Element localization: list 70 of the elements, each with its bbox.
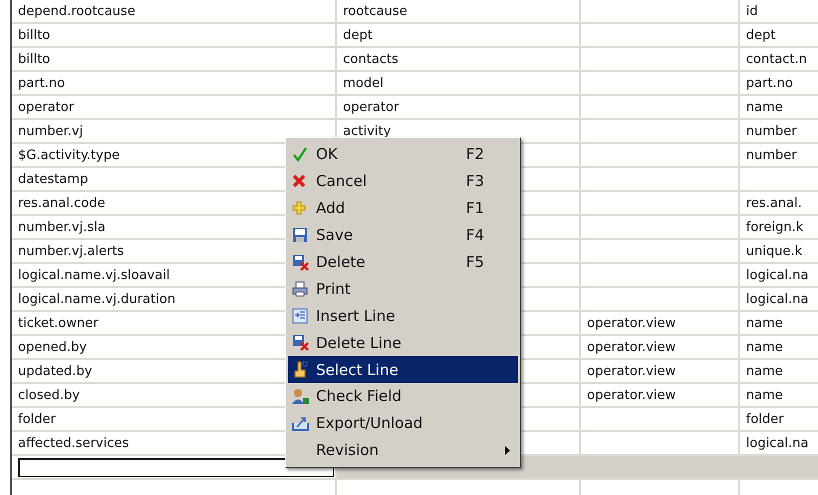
submenu-arrow-icon <box>505 446 510 455</box>
table-cell: dept <box>746 28 776 42</box>
menu-item[interactable]: Cancel F3 <box>288 168 518 195</box>
table-cell: name <box>746 316 783 330</box>
input-field[interactable] <box>18 458 334 476</box>
table-cell: unique.k <box>746 244 802 258</box>
table-cell: affected.services <box>18 436 129 450</box>
table-cell: number <box>746 148 797 162</box>
table-cell: activity <box>343 124 391 138</box>
table-cell: operator.view <box>587 388 676 402</box>
close-icon <box>292 174 306 188</box>
table-cell: logical.name.vj.duration <box>18 292 176 306</box>
menu-item[interactable]: OK F2 <box>288 141 518 168</box>
table-cell: logical.name.vj.sloavail <box>18 268 170 282</box>
table-cell: billto <box>18 28 50 42</box>
floppy-delete-icon <box>292 334 309 352</box>
table-cell: id <box>746 4 758 18</box>
table-cell: contact.n <box>746 52 808 66</box>
table-cell: contacts <box>343 52 398 66</box>
export-icon <box>292 415 310 432</box>
table-cell: rootcause <box>343 4 408 18</box>
checkmark-icon <box>292 146 308 162</box>
table-cell: number.vj.alerts <box>18 244 124 258</box>
table-cell: name <box>746 364 783 378</box>
menu-item[interactable]: Delete Line <box>288 329 518 356</box>
table-cell: operator.view <box>587 340 676 354</box>
table-cell: part.no <box>746 76 793 90</box>
table-cell: logical.na <box>746 268 808 282</box>
table-cell: updated.by <box>18 364 92 378</box>
menu-item[interactable]: Delete F5 <box>288 248 518 276</box>
table-cell: billto <box>18 52 50 66</box>
table-cell: operator <box>18 100 74 114</box>
table-cell: number <box>746 124 797 138</box>
table-cell: name <box>746 100 783 114</box>
table-cell: ticket.owner <box>18 316 98 330</box>
table-cell: name <box>746 388 783 402</box>
table-cell: number.vj.sla <box>18 220 106 234</box>
menu-item[interactable]: Insert Line <box>288 302 518 330</box>
menu-item[interactable]: Save F4 <box>288 222 518 249</box>
table-cell: operator <box>343 100 399 114</box>
table-cell: logical.na <box>746 292 808 306</box>
table-cell: opened.by <box>18 340 87 354</box>
table-cell: logical.na <box>746 436 808 450</box>
printer-icon <box>292 280 308 297</box>
menu-item[interactable]: Select Line <box>288 356 518 384</box>
table-cell: res.anal.code <box>18 196 106 210</box>
plus-icon <box>292 201 306 216</box>
table-cell: part.no <box>18 76 65 90</box>
user-icon <box>292 388 309 405</box>
table-cell: model <box>343 76 384 90</box>
table-cell: folder <box>746 412 784 426</box>
table-cell: res.anal. <box>746 196 802 210</box>
table-cell: foreign.k <box>746 220 804 234</box>
table-cell: operator.view <box>587 316 676 330</box>
table-cell: folder <box>18 412 56 426</box>
menu-item[interactable]: Export/Unload <box>288 410 518 437</box>
menu-item[interactable]: Revision <box>288 436 518 464</box>
pointing-hand-icon <box>292 360 308 379</box>
menu-item[interactable]: Print <box>288 275 518 302</box>
table-cell: $G.activity.type <box>18 148 120 162</box>
menu-item[interactable]: Add F1 <box>288 194 518 222</box>
floppy-delete-icon <box>292 254 309 270</box>
table-cell: name <box>746 340 783 354</box>
table-cell: depend.rootcause <box>18 4 136 18</box>
table-cell: datestamp <box>18 172 88 186</box>
table-cell: closed.by <box>18 388 80 402</box>
table-cell: number.vj <box>18 124 83 138</box>
table-cell: dept <box>343 28 373 42</box>
table-cell: operator.view <box>587 364 676 378</box>
menu-item[interactable]: Check Field <box>288 383 518 410</box>
